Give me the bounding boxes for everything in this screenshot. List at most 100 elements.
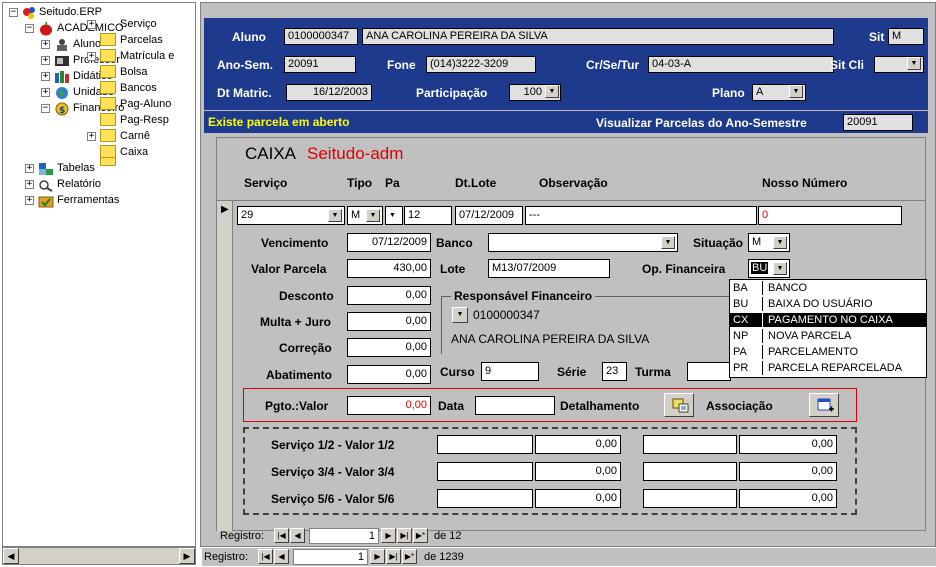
scroll-left-icon[interactable]: ◀ bbox=[3, 548, 19, 564]
multa-field[interactable]: 0,00 bbox=[347, 312, 431, 331]
tree-item-pag-aluno[interactable]: Pag-Aluno bbox=[120, 96, 171, 112]
expand-icon[interactable]: + bbox=[25, 180, 34, 189]
tree-item-tabelas[interactable]: Tabelas bbox=[57, 160, 95, 176]
pa-dropdown-button[interactable]: ▼ bbox=[385, 206, 403, 225]
nosso-numero-field[interactable]: 0 bbox=[758, 206, 902, 225]
dropdown-option[interactable]: BU BAIXA DO USUÁRIO bbox=[730, 297, 926, 311]
next-record-icon[interactable]: ▶ bbox=[381, 528, 396, 543]
lote-field[interactable]: M13/07/2009 bbox=[488, 259, 610, 278]
chevron-down-icon[interactable]: ▼ bbox=[907, 57, 921, 70]
first-record-icon[interactable]: |◀ bbox=[274, 528, 289, 543]
main-record-number[interactable]: 1 bbox=[293, 549, 368, 565]
collapse-icon[interactable]: − bbox=[41, 104, 50, 113]
servico-4-field[interactable] bbox=[643, 462, 737, 481]
scroll-right-icon[interactable]: ▶ bbox=[179, 548, 195, 564]
sit-field[interactable]: M bbox=[888, 28, 924, 45]
fone-field[interactable]: (014)3222-3209 bbox=[426, 56, 536, 73]
servico-1-field[interactable] bbox=[437, 435, 533, 454]
pa-field[interactable]: 12 bbox=[404, 206, 452, 225]
last-record-icon[interactable]: ▶| bbox=[397, 528, 412, 543]
aluno-name-field[interactable]: ANA CAROLINA PEREIRA DA SILVA bbox=[362, 28, 834, 45]
valor-1-field[interactable]: 0,00 bbox=[535, 435, 621, 454]
new-record-icon[interactable]: ▶* bbox=[413, 528, 428, 543]
expand-icon[interactable]: + bbox=[41, 56, 50, 65]
expand-icon[interactable]: + bbox=[87, 20, 96, 29]
valor-5-field[interactable]: 0,00 bbox=[535, 489, 621, 508]
expand-icon[interactable]: + bbox=[41, 40, 50, 49]
dropdown-option[interactable]: BA BANCO bbox=[730, 281, 926, 295]
detalhamento-button[interactable] bbox=[664, 393, 694, 417]
servico-5-field[interactable] bbox=[437, 489, 533, 508]
subform-record-number[interactable]: 1 bbox=[309, 528, 379, 544]
tree-item-ferramentas[interactable]: Ferramentas bbox=[57, 192, 119, 208]
servico-3-field[interactable] bbox=[437, 462, 533, 481]
valor-2-field[interactable]: 0,00 bbox=[739, 435, 837, 454]
valor-3-field[interactable]: 0,00 bbox=[535, 462, 621, 481]
expand-icon[interactable]: + bbox=[87, 132, 96, 141]
vencimento-field[interactable]: 07/12/2009 bbox=[347, 233, 431, 252]
desconto-field[interactable]: 0,00 bbox=[347, 286, 431, 305]
first-record-icon[interactable]: |◀ bbox=[258, 549, 273, 564]
crsetur-field[interactable]: 04-03-A bbox=[648, 56, 834, 73]
prev-record-icon[interactable]: ◀ bbox=[290, 528, 305, 543]
expand-icon[interactable]: + bbox=[41, 72, 50, 81]
tree-root-label[interactable]: Seitudo.ERP bbox=[39, 4, 102, 20]
tree-item-servico[interactable]: Serviço bbox=[120, 16, 157, 32]
tree-item-matricula[interactable]: Matrícula e bbox=[120, 48, 196, 64]
tree-item-financeiro[interactable]: Financeiro bbox=[73, 100, 124, 116]
record-selector[interactable] bbox=[217, 201, 233, 531]
aluno-code-field[interactable]: 0100000347 bbox=[284, 28, 358, 45]
tree-item-bolsa[interactable]: Bolsa bbox=[120, 64, 148, 80]
associacao-button[interactable] bbox=[809, 393, 839, 417]
valor-parcela-field[interactable]: 430,00 bbox=[347, 259, 431, 278]
collapse-icon[interactable]: − bbox=[9, 8, 18, 17]
new-record-icon[interactable]: ▶* bbox=[402, 549, 417, 564]
expand-icon[interactable]: + bbox=[41, 88, 50, 97]
chevron-down-icon[interactable]: ▼ bbox=[661, 236, 675, 249]
tree-item-pag-resp[interactable]: Pag-Resp bbox=[120, 112, 169, 128]
valor-4-field[interactable]: 0,00 bbox=[739, 462, 837, 481]
tree-horizontal-scrollbar[interactable]: ◀ ▶ bbox=[2, 547, 196, 565]
next-record-icon[interactable]: ▶ bbox=[370, 549, 385, 564]
dropdown-option[interactable]: PA PARCELAMENTO bbox=[730, 345, 926, 359]
data-field[interactable] bbox=[475, 396, 555, 415]
last-record-icon[interactable]: ▶| bbox=[386, 549, 401, 564]
valor-6-field[interactable]: 0,00 bbox=[739, 489, 837, 508]
serie-field[interactable]: 23 bbox=[602, 362, 627, 381]
chevron-down-icon[interactable]: ▼ bbox=[789, 85, 803, 98]
correcao-field[interactable]: 0,00 bbox=[347, 338, 431, 357]
pgto-field[interactable]: 0,00 bbox=[347, 396, 431, 415]
observacao-field[interactable]: --- bbox=[525, 206, 757, 225]
dtlote-field[interactable]: 07/12/2009 bbox=[455, 206, 523, 225]
anosem-field[interactable]: 20091 bbox=[284, 56, 356, 73]
expand-icon[interactable]: + bbox=[87, 52, 96, 61]
banco-select[interactable] bbox=[488, 233, 678, 252]
collapse-icon[interactable]: − bbox=[25, 24, 34, 33]
tree-item-caixa[interactable]: Caixa bbox=[120, 144, 148, 160]
tree-item-bancos[interactable]: Bancos bbox=[120, 80, 157, 96]
curso-field[interactable]: 9 bbox=[481, 362, 539, 381]
prev-record-icon[interactable]: ◀ bbox=[274, 549, 289, 564]
dropdown-option[interactable]: PR PARCELA REPARCELADA bbox=[730, 361, 926, 375]
dtmatric-field[interactable]: 16/12/2003 bbox=[286, 84, 372, 101]
chevron-down-icon[interactable]: ▼ bbox=[773, 262, 787, 275]
chevron-down-icon[interactable]: ▼ bbox=[328, 209, 342, 222]
turma-field[interactable] bbox=[687, 362, 731, 381]
tree-item-parcelas[interactable]: Parcelas bbox=[120, 32, 163, 48]
abatimento-field[interactable]: 0,00 bbox=[347, 365, 431, 384]
dropdown-option[interactable]: NP NOVA PARCELA bbox=[730, 329, 926, 343]
dropdown-option-selected[interactable]: CX PAGAMENTO NO CAIXA bbox=[730, 313, 926, 327]
expand-icon[interactable]: + bbox=[25, 164, 34, 173]
visualizar-field[interactable]: 20091 bbox=[843, 114, 913, 131]
chevron-down-icon[interactable]: ▼ bbox=[545, 85, 559, 98]
responsavel-dropdown-button[interactable]: ▼ bbox=[452, 307, 468, 323]
servico-6-field[interactable] bbox=[643, 489, 737, 508]
chevron-down-icon[interactable]: ▼ bbox=[773, 236, 787, 249]
tree-item-relatorio[interactable]: Relatório bbox=[57, 176, 101, 192]
tree-item-aluno[interactable]: Aluno bbox=[73, 36, 101, 52]
chevron-down-icon[interactable]: ▼ bbox=[366, 209, 380, 222]
op-financeira-dropdown-list[interactable]: BA BANCO BU BAIXA DO USUÁRIO CX PAGAMENTO N… bbox=[729, 279, 927, 378]
expand-icon[interactable]: + bbox=[25, 196, 34, 205]
tree-item-carne[interactable]: Carnê bbox=[120, 128, 150, 144]
servico-2-field[interactable] bbox=[643, 435, 737, 454]
